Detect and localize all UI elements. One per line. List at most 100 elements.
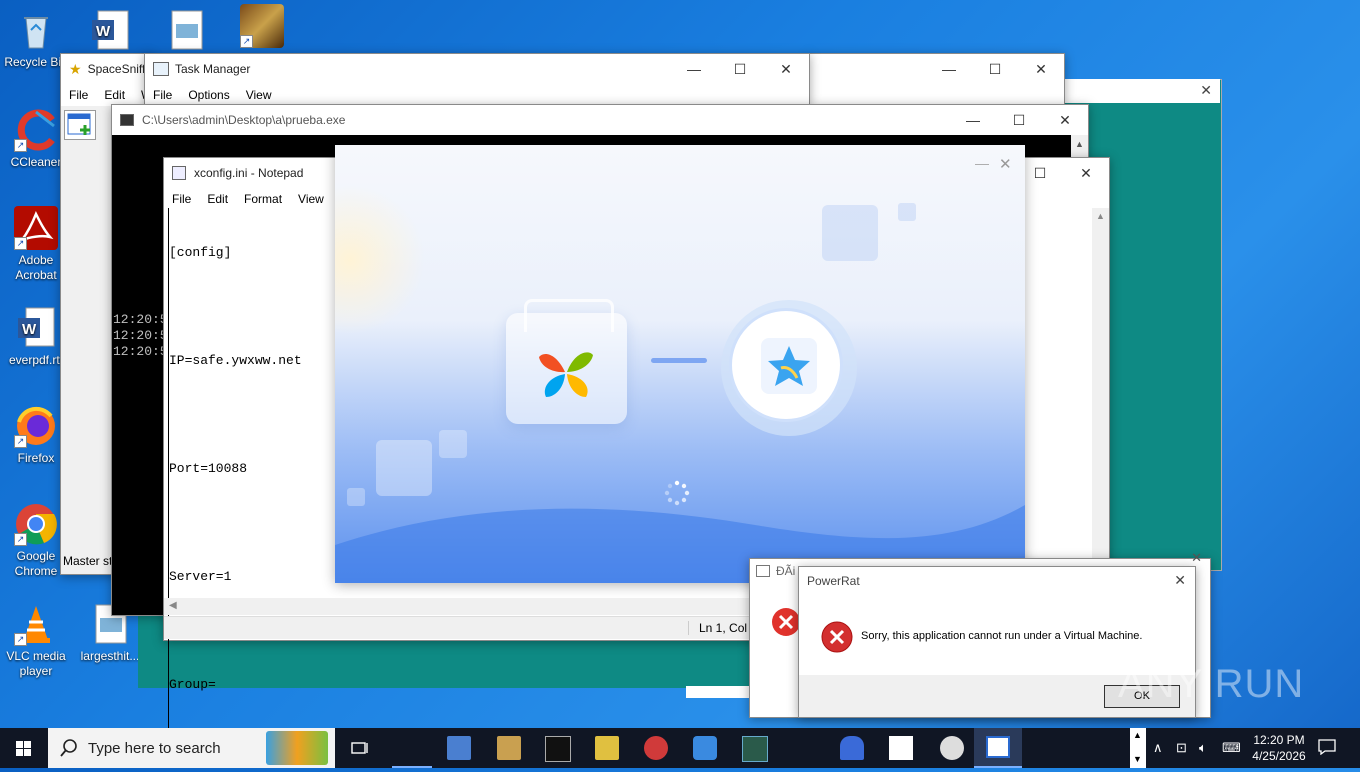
taskmanager-menubar: File Options View xyxy=(145,84,809,106)
firefox-icon: ↗ xyxy=(14,404,58,448)
desktop-icon-image[interactable] xyxy=(150,8,222,55)
menu-view[interactable]: View xyxy=(290,188,332,210)
close-button[interactable]: ✕ xyxy=(1018,54,1064,84)
decor-square xyxy=(822,205,878,261)
word-doc-icon: W xyxy=(88,8,132,52)
app-star-icon xyxy=(761,338,817,394)
taskbar-app-icon[interactable] xyxy=(644,736,668,760)
start-button[interactable] xyxy=(0,728,48,768)
window-title: ĐÃi xyxy=(776,564,796,578)
close-button[interactable]: ✕ xyxy=(1042,105,1088,135)
menu-file[interactable]: File xyxy=(61,84,96,106)
notepad-vertical-scrollbar[interactable]: ▲ xyxy=(1092,208,1109,598)
scroll-up-icon[interactable]: ▲ xyxy=(1133,730,1142,740)
search-box[interactable]: Type here to search xyxy=(48,728,335,768)
scroll-left-icon[interactable]: ◀ xyxy=(169,600,177,611)
desktop-icon-vlc[interactable]: ↗ VLC media player xyxy=(0,602,72,679)
notepad-taskbar-icon[interactable] xyxy=(889,736,913,760)
maximize-button[interactable]: ☐ xyxy=(996,105,1042,135)
taskbar-app-icon[interactable] xyxy=(840,736,864,760)
console-icon xyxy=(120,114,134,126)
console-line: 12:20:5 xyxy=(113,328,168,343)
desktop-icon-game[interactable]: ↗ xyxy=(226,4,298,51)
console-line: 12:20:5 xyxy=(113,312,168,327)
minimize-icon[interactable]: — xyxy=(975,155,989,171)
powerrat-titlebar: PowerRat xyxy=(799,567,1195,595)
scroll-down-icon[interactable]: ▼ xyxy=(1133,754,1142,764)
decor-square xyxy=(898,203,916,221)
taskbar-app-icon[interactable] xyxy=(447,736,471,760)
close-icon[interactable]: ✕ xyxy=(1200,82,1212,99)
taskbar-app-icon[interactable] xyxy=(595,736,619,760)
console-line: 12:20:5 xyxy=(113,344,168,359)
notepad-text-area[interactable]: [config] IP=safe.ywxww.net Port=10088 Se… xyxy=(168,208,302,730)
taskmanager-icon xyxy=(153,62,169,76)
console-output: 12:20:5 12:20:5 12:20:5 xyxy=(113,312,168,360)
connector-line xyxy=(651,358,707,363)
minimize-button[interactable]: — xyxy=(950,105,996,135)
close-icon[interactable]: ✕ xyxy=(999,155,1012,173)
background-window-teal-top: ✕ xyxy=(1060,79,1220,103)
window-title: C:\Users\admin\Desktop\a\prueba.exe xyxy=(142,113,346,127)
minimize-button[interactable]: — xyxy=(671,54,717,84)
dialog-icon xyxy=(756,565,770,577)
scroll-up-icon[interactable]: ▲ xyxy=(1096,211,1105,221)
notification-icon[interactable] xyxy=(1318,739,1336,758)
spacesniffer-menubar: File Edit W xyxy=(61,84,152,106)
taskmanager-window: Task Manager — ☐ ✕ File Options View xyxy=(144,53,810,105)
language-icon[interactable]: ⌨︎ xyxy=(1222,728,1241,768)
spacesniffer-titlebar: ★ SpaceSniff xyxy=(61,54,151,84)
desktop-icon-label: VLC media player xyxy=(6,649,66,678)
desktop-icon-word[interactable]: W xyxy=(74,8,146,55)
terminal-icon[interactable] xyxy=(545,736,571,762)
taskbar-app-icon[interactable] xyxy=(693,736,717,760)
close-button[interactable]: ✕ xyxy=(1063,158,1109,188)
close-icon[interactable]: ✕ xyxy=(1191,550,1202,566)
image-file-icon xyxy=(164,8,208,52)
maximize-button[interactable]: ☐ xyxy=(972,54,1018,84)
text-line: IP=safe.ywxww.net xyxy=(169,353,302,368)
close-icon[interactable]: ✕ xyxy=(1174,572,1186,589)
error-icon xyxy=(772,608,800,636)
show-hidden-icons-icon[interactable]: ∧ xyxy=(1153,728,1163,768)
text-line: Group= xyxy=(169,677,216,692)
minimize-button[interactable]: — xyxy=(926,54,972,84)
taskbar-app-icon xyxy=(986,736,1010,758)
chrome-icon: ↗ xyxy=(14,502,58,546)
acrobat-icon: ↗ xyxy=(14,206,58,250)
task-view-icon[interactable] xyxy=(348,736,372,760)
menu-options[interactable]: Options xyxy=(180,84,237,106)
menu-edit[interactable]: Edit xyxy=(96,84,133,106)
active-app-highlight[interactable] xyxy=(974,728,1022,768)
menu-file[interactable]: File xyxy=(164,188,199,210)
clock[interactable]: 12:20 PM 4/25/2026 xyxy=(1248,728,1310,772)
spacesniffer-icon: ★ xyxy=(69,60,82,77)
windows-logo-icon xyxy=(16,741,31,756)
scroll-up-icon[interactable]: ▲ xyxy=(1075,139,1084,149)
menu-view[interactable]: View xyxy=(238,84,280,106)
svg-text:W: W xyxy=(96,23,111,40)
word-doc-icon: W xyxy=(14,306,58,350)
taskbar-scroll[interactable]: ▲ ▼ xyxy=(1130,728,1146,768)
network-icon[interactable]: ⊡ xyxy=(1176,728,1187,768)
background-window-white-strip xyxy=(686,686,756,698)
menu-format[interactable]: Format xyxy=(236,188,290,210)
taskbar: Type here to search ▲ ▼ ∧ ⊡ 🔈︎ ⌨︎ 12:20 … xyxy=(0,728,1360,768)
taskbar-app-icon[interactable] xyxy=(497,736,521,760)
taskbar-app-icon[interactable] xyxy=(940,736,964,760)
decor-square xyxy=(439,430,467,458)
menu-edit[interactable]: Edit xyxy=(199,188,236,210)
maximize-button[interactable]: ☐ xyxy=(717,54,763,84)
game-shortcut-icon: ↗ xyxy=(240,4,284,48)
installer-glow xyxy=(335,185,425,335)
volume-icon[interactable]: 🔈︎ xyxy=(1199,728,1207,768)
taskbar-app-icon[interactable] xyxy=(742,736,768,762)
window-title: Task Manager xyxy=(175,62,251,76)
close-button[interactable]: ✕ xyxy=(763,54,809,84)
ccleaner-icon: ↗ xyxy=(14,108,58,152)
menu-file[interactable]: File xyxy=(145,84,180,106)
text-line: Server=1 xyxy=(169,569,232,584)
window-title: SpaceSniff xyxy=(87,62,146,76)
new-scan-button[interactable] xyxy=(64,110,96,140)
window-title: xconfig.ini - Notepad xyxy=(194,166,304,180)
